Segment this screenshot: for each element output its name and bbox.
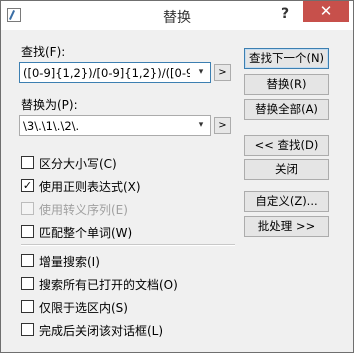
checkbox-box[interactable] bbox=[21, 254, 34, 267]
find-combobox[interactable]: ([0-9]{1,2})/[0-9]{1,2})/([0-9]{2 ▾ bbox=[19, 62, 211, 83]
find-input[interactable]: ([0-9]{1,2})/[0-9]{1,2})/([0-9]{2 bbox=[23, 66, 190, 80]
find-next-button[interactable]: 查找下一个(N) bbox=[244, 48, 329, 69]
dialog-title: 替换 bbox=[163, 10, 191, 26]
batch-button[interactable]: 批处理 >> bbox=[244, 216, 329, 237]
whole-word-label: 匹配整个单词(W) bbox=[39, 226, 133, 240]
close-when-done-label: 完成后关闭该对话框(L) bbox=[39, 324, 164, 338]
replace-regex-builder-button[interactable]: > bbox=[214, 117, 231, 134]
checkbox-box[interactable] bbox=[21, 300, 34, 313]
use-regex-label: 使用正则表达式(X) bbox=[39, 180, 141, 194]
find-regex-builder-button[interactable]: > bbox=[214, 64, 231, 81]
find-label: 查找(F): bbox=[21, 45, 66, 59]
checkbox-box[interactable] bbox=[21, 323, 34, 336]
close-button[interactable]: 关闭 bbox=[244, 159, 329, 180]
title-bar: 替换 ? ✕ bbox=[1, 1, 353, 30]
checkbox-box[interactable]: ✓ bbox=[21, 179, 34, 192]
checkbox-box[interactable] bbox=[21, 277, 34, 290]
find-previous-button[interactable]: << 查找(D) bbox=[244, 135, 329, 156]
replace-combobox[interactable]: \3\.\1\.\2\. ▾ bbox=[19, 115, 211, 136]
match-case-label: 区分大小写(C) bbox=[39, 157, 117, 171]
close-window-button[interactable]: ✕ bbox=[303, 1, 349, 22]
customize-button[interactable]: 自定义(Z)... bbox=[244, 191, 329, 212]
checkbox-box[interactable] bbox=[21, 225, 34, 238]
selection-only-label: 仅限于选区内(S) bbox=[39, 301, 128, 315]
replace-label: 替换为(P): bbox=[21, 98, 78, 112]
replace-button[interactable]: 替换(R) bbox=[244, 74, 329, 95]
replace-all-button[interactable]: 替换全部(A) bbox=[244, 99, 329, 120]
checkbox-box bbox=[21, 202, 34, 215]
replace-dialog: 替换 ? ✕ 查找(F): ([0-9]{1,2})/[0-9]{1,2})/(… bbox=[0, 0, 354, 353]
escape-sequence-label: 使用转义序列(E) bbox=[39, 203, 128, 217]
checkbox-box[interactable] bbox=[21, 156, 34, 169]
search-all-open-docs-label: 搜索所有已打开的文档(O) bbox=[39, 278, 178, 292]
replace-input[interactable]: \3\.\1\.\2\. bbox=[23, 119, 190, 133]
help-button[interactable]: ? bbox=[272, 4, 298, 24]
chevron-down-icon[interactable]: ▾ bbox=[192, 116, 210, 135]
chevron-down-icon[interactable]: ▾ bbox=[192, 63, 210, 82]
options-divider bbox=[21, 244, 235, 246]
incremental-search-label: 增量搜索(I) bbox=[39, 255, 100, 269]
